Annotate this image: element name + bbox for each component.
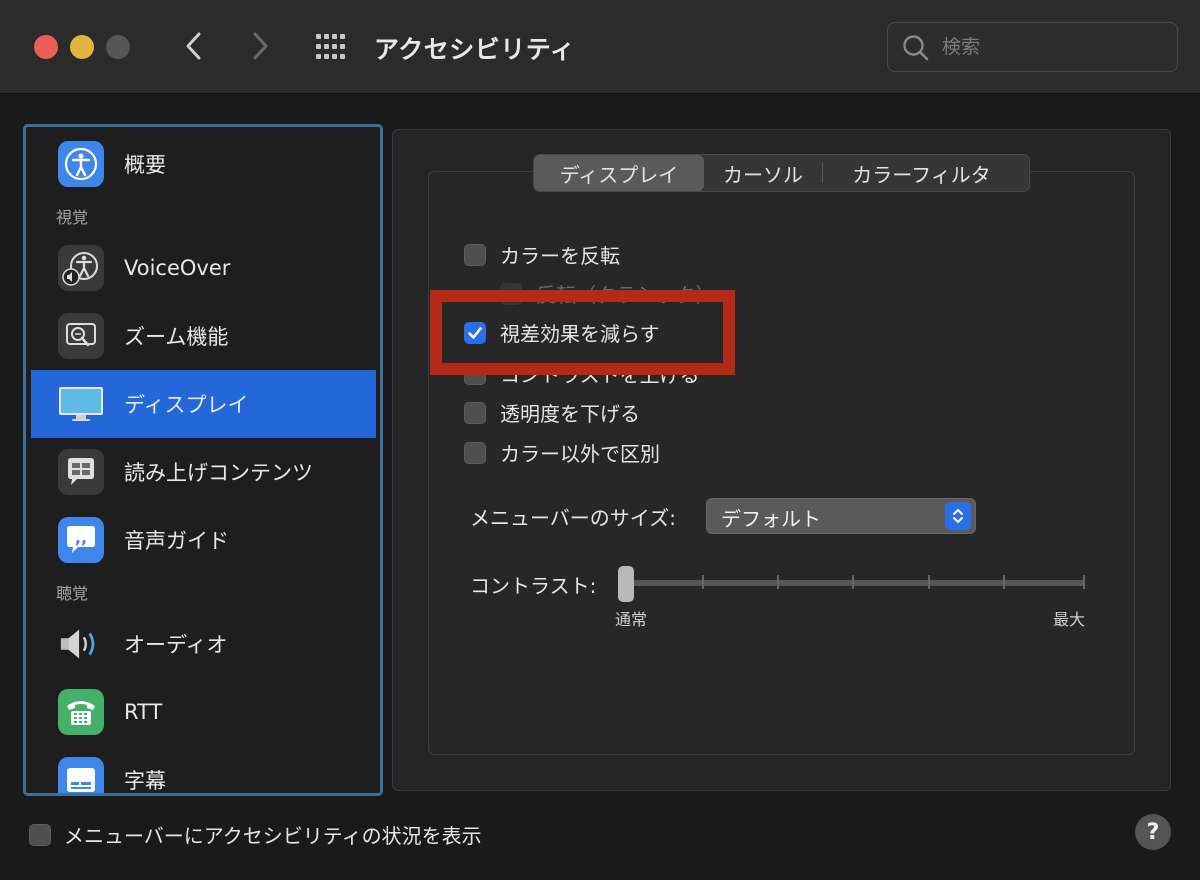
back-button[interactable] [176,28,212,64]
sidebar-item-label: ズーム機能 [124,325,229,349]
sidebar-item-voiceover[interactable]: VoiceOver [31,234,376,302]
show-status-label: メニューバーにアクセシビリティの状況を表示 [64,824,482,848]
differentiate-without-color-option[interactable]: カラー以外で区別 [464,438,660,467]
chevron-left-icon [186,32,201,60]
show-all-grid-button[interactable] [314,31,350,63]
sidebar-section-vision: 視覚 [56,208,89,227]
forward-button[interactable] [242,28,278,64]
reduce-motion-label: 視差効果を減らす [500,322,660,346]
invert-colors-checkbox[interactable] [464,243,486,266]
contrast-label: コントラスト: [470,574,597,598]
close-window-button[interactable] [34,35,58,59]
menubar-size-popup[interactable]: デフォルト [706,498,976,534]
help-button[interactable]: ? [1135,814,1171,850]
tab-display[interactable]: ディスプレイ [534,155,704,191]
reduce-motion-checkbox[interactable] [464,321,486,344]
speech-bubble-icon [58,449,104,495]
show-status-option[interactable]: メニューバーにアクセシビリティの状況を表示 [29,820,482,849]
sidebar-item-label: 字幕 [124,769,166,793]
speaker-icon [58,621,104,667]
reduce-transparency-option[interactable]: 透明度を下げる [464,398,640,427]
slider-tick [928,575,930,589]
checkmark-icon [468,326,482,339]
sidebar-item-spoken-content[interactable]: 読み上げコンテンツ [31,438,376,506]
slider-tick [777,575,779,589]
tab-cursor[interactable]: カーソル [704,155,822,191]
sidebar-item-label: 概要 [124,153,166,177]
slider-tick [702,575,704,589]
telephone-icon [58,689,104,735]
sidebar-item-label: ディスプレイ [124,393,249,417]
contrast-slider-track[interactable] [625,580,1085,586]
title-bar: アクセシビリティ [0,0,1200,94]
captions-icon [58,757,104,793]
differentiate-without-color-checkbox[interactable] [464,441,486,464]
search-icon [903,35,929,61]
sidebar-item-zoom[interactable]: ズーム機能 [31,302,376,370]
svg-text:,,: ,, [75,528,87,547]
reduce-motion-option[interactable]: 視差効果を減らす [464,318,660,347]
menubar-size-value: デフォルト [721,507,821,531]
slider-tick [1083,575,1085,589]
reduce-transparency-checkbox[interactable] [464,401,486,424]
display-icon [58,381,104,427]
sidebar-item-label: RTT [124,700,163,724]
contrast-min-label: 通常 [615,610,648,629]
chevron-right-icon [253,32,268,60]
accessibility-icon [58,141,104,187]
sidebar-item-label: 読み上げコンテンツ [124,461,313,485]
show-status-checkbox[interactable] [29,823,51,846]
differentiate-without-color-label: カラー以外で区別 [500,442,660,466]
sidebar-item-label: 音声ガイド [124,529,229,553]
sidebar-item-label: VoiceOver [124,256,231,280]
quote-bubble-icon: ,, [58,517,104,563]
up-down-chevron-icon [945,502,971,530]
menubar-size-label: メニューバーのサイズ: [470,506,676,530]
window-title: アクセシビリティ [374,35,576,64]
zoom-window-button[interactable] [106,35,130,59]
zoom-icon [58,313,104,359]
invert-colors-option[interactable]: カラーを反転 [464,240,620,269]
sidebar-item-rtt[interactable]: RTT [31,678,376,746]
tab-bar: ディスプレイ カーソル カラーフィルタ [533,154,1030,192]
contrast-slider-knob[interactable] [618,566,634,602]
sidebar: 概要 視覚 VoiceOver ズーム機能 ディスプレイ 読み上げコンテンツ ,… [23,124,383,796]
sidebar-item-captions[interactable]: 字幕 [31,746,376,793]
sidebar-item-general[interactable]: 概要 [31,130,376,198]
slider-tick [852,575,854,589]
sidebar-item-descriptions[interactable]: ,, 音声ガイド [31,506,376,574]
reduce-transparency-label: 透明度を下げる [500,402,640,426]
sidebar-list: 概要 視覚 VoiceOver ズーム機能 ディスプレイ 読み上げコンテンツ ,… [31,130,376,793]
slider-tick [1003,575,1005,589]
sidebar-item-display[interactable]: ディスプレイ [31,370,376,438]
tab-color-filter[interactable]: カラーフィルタ [823,155,1020,191]
invert-colors-label: カラーを反転 [500,244,620,268]
search-input[interactable] [942,33,1162,61]
voiceover-icon [58,245,104,291]
search-field[interactable] [887,22,1178,72]
contrast-max-label: 最大 [1053,610,1086,629]
sidebar-item-audio[interactable]: オーディオ [31,610,376,678]
minimize-window-button[interactable] [70,35,94,59]
sidebar-item-label: オーディオ [124,633,228,657]
sidebar-section-hearing: 聴覚 [56,584,89,603]
